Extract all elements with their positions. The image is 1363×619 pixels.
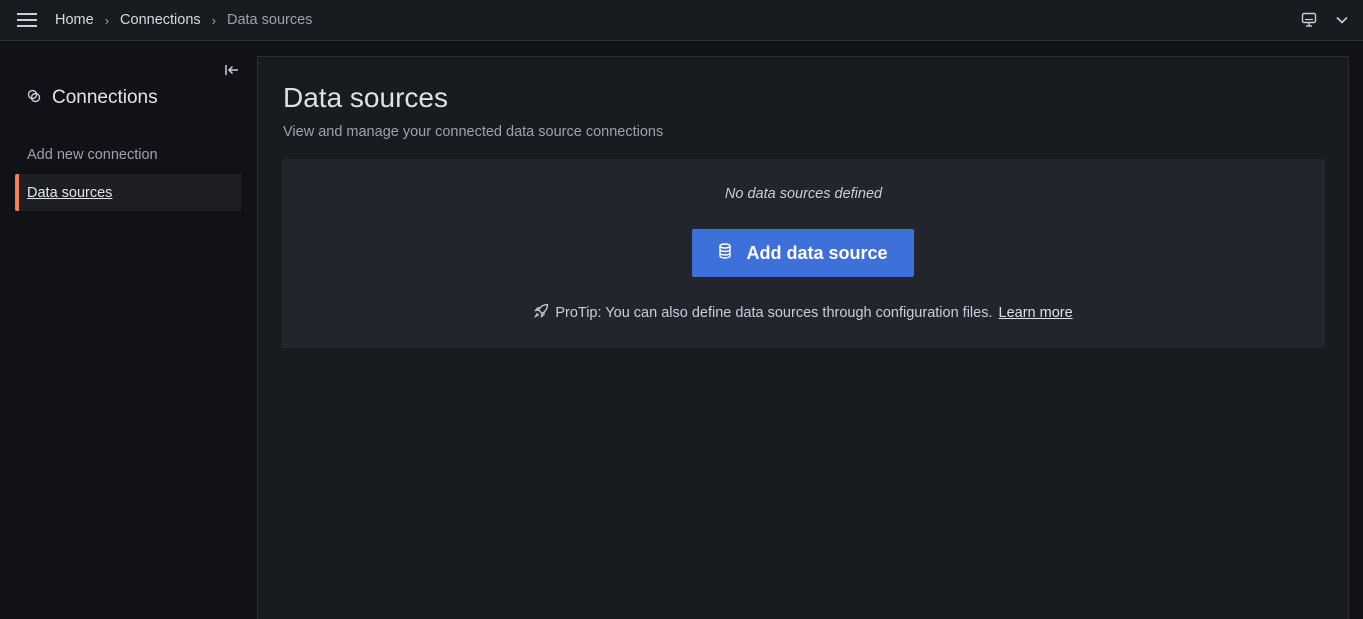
sidebar: Connections Add new connection Data sour… (0, 41, 257, 619)
sidebar-item-add-new-connection[interactable]: Add new connection (15, 136, 241, 173)
add-data-source-label: Add data source (746, 242, 888, 263)
monitor-icon[interactable] (1301, 12, 1317, 28)
breadcrumb-separator: › (211, 12, 216, 28)
menu-icon[interactable] (14, 9, 40, 31)
page-subtitle: View and manage your connected data sour… (283, 124, 664, 140)
empty-state-card: No data sources defined Add data source (282, 159, 1325, 348)
database-icon (718, 242, 732, 264)
main-panel: Data sources View and manage your connec… (257, 56, 1349, 619)
breadcrumb-home[interactable]: Home (55, 12, 94, 28)
collapse-left-icon[interactable] (224, 63, 242, 79)
sidebar-title-text: Connections (52, 87, 158, 108)
topbar-actions (1301, 10, 1349, 30)
chevron-down-icon[interactable] (1335, 15, 1349, 25)
learn-more-link[interactable]: Learn more (999, 305, 1073, 321)
breadcrumb-separator: › (104, 12, 110, 28)
sidebar-item-label: Add new connection (27, 146, 158, 163)
add-data-source-button[interactable]: Add data source (692, 229, 914, 277)
rocket-icon (534, 303, 549, 322)
breadcrumb-connections[interactable]: Connections (120, 12, 201, 28)
connections-icon (27, 89, 41, 108)
sidebar-item-data-sources[interactable]: Data sources (15, 174, 241, 211)
protip-text: ProTip: You can also define data sources… (555, 304, 993, 321)
sidebar-item-label: Data sources (27, 184, 113, 201)
sidebar-title: Connections (27, 87, 158, 109)
breadcrumb-current: Data sources (226, 12, 313, 28)
breadcrumb: Home › Connections › Data sources (55, 0, 312, 40)
top-bar: Home › Connections › Data sources (0, 0, 1363, 41)
empty-state-message: No data sources defined (724, 186, 883, 202)
page-title: Data sources (283, 82, 448, 113)
protip: ProTip: You can also define data sources… (282, 303, 1325, 322)
